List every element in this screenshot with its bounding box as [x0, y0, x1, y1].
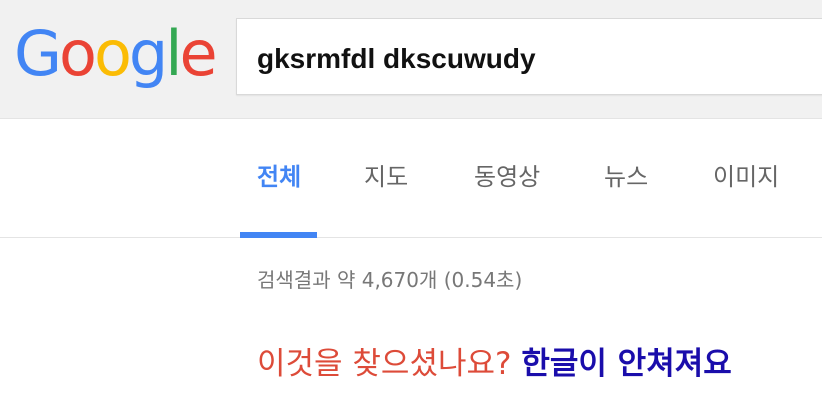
tab-images[interactable]: 이미지	[713, 157, 779, 192]
search-tabs: 전체 지도 동영상 뉴스 이미지	[0, 119, 822, 238]
tab-maps[interactable]: 지도	[364, 157, 408, 192]
active-tab-indicator	[240, 232, 317, 238]
search-header: Google	[0, 0, 822, 119]
tab-news[interactable]: 뉴스	[604, 157, 648, 192]
tab-videos[interactable]: 동영상	[474, 157, 540, 192]
did-you-mean-label: 이것을 찾으셨나요?	[257, 346, 512, 382]
logo-letter-e: e	[179, 17, 218, 90]
did-you-mean-suggestion-link[interactable]: 한글이 안쳐져요	[521, 346, 731, 382]
search-box[interactable]	[236, 18, 822, 95]
did-you-mean: 이것을 찾으셨나요? 한글이 안쳐져요	[257, 338, 732, 383]
logo-letter-g: G	[14, 17, 62, 90]
logo-letter-o1: o	[59, 17, 97, 90]
search-input[interactable]	[257, 43, 817, 75]
logo-letter-g2: g	[128, 17, 168, 90]
google-logo[interactable]: Google	[14, 14, 218, 94]
logo-letter-o2: o	[93, 17, 132, 90]
result-stats: 검색결과 약 4,670개 (0.54초)	[257, 268, 523, 292]
tab-all[interactable]: 전체	[257, 157, 301, 192]
logo-letter-l: l	[165, 17, 182, 90]
